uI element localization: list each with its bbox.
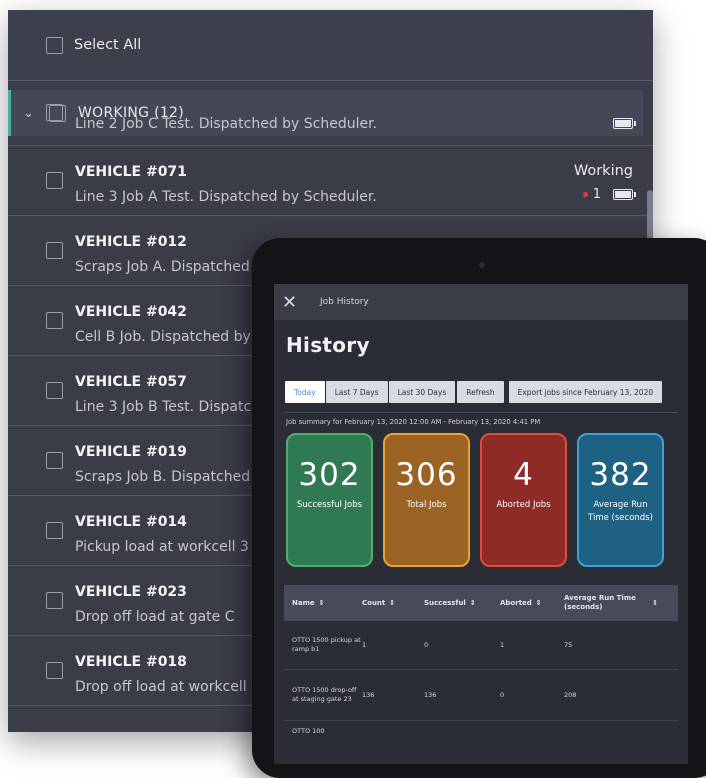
cell-average-run-time: 208	[564, 690, 577, 699]
table-row[interactable]: OTTO 100	[284, 721, 678, 757]
camera-icon	[479, 262, 485, 268]
stat-label: Average Run Time (seconds)	[588, 500, 653, 523]
stat-label: Successful Jobs	[296, 500, 363, 510]
vehicle-subtitle: Line 2 Job C Test. Dispatched by Schedul…	[75, 116, 378, 132]
select-all-label: Select All	[74, 37, 142, 53]
select-all-row[interactable]: Select All	[8, 10, 653, 81]
table-row[interactable]: OTTO 1500 pickup at ramp b1 1 0 1 75	[284, 621, 678, 670]
cell-successful: 0	[424, 640, 429, 649]
cell-name: OTTO 1500 drop-off at staging gate 23	[292, 686, 357, 703]
vehicle-title: VEHICLE #018	[75, 654, 187, 670]
column-header-average-run-time[interactable]: Average Run Time (seconds) ⇕	[564, 594, 664, 612]
row-checkbox[interactable]	[46, 242, 63, 259]
cell-average-run-time: 75	[564, 640, 573, 649]
stat-card-successful: 302 Successful Jobs	[286, 433, 373, 567]
vehicle-meta	[601, 118, 636, 129]
vehicle-subtitle: Pickup load at workcell 3	[75, 539, 249, 555]
divider	[284, 412, 678, 413]
export-button[interactable]: Export jobs since February 13, 2020	[508, 381, 663, 403]
column-header-aborted[interactable]: Aborted ⇕	[500, 599, 564, 607]
cell-aborted: 0	[500, 690, 505, 699]
row-checkbox[interactable]	[46, 172, 63, 189]
vehicle-title: VEHICLE #019	[75, 444, 187, 460]
alert-dot-icon	[582, 192, 588, 197]
row-checkbox[interactable]	[46, 662, 63, 679]
row-checkbox[interactable]	[46, 382, 63, 399]
cell-name: OTTO 100	[292, 727, 325, 735]
cell-name: OTTO 1500 pickup at ramp b1	[292, 636, 361, 653]
sort-icon: ⇕	[318, 599, 325, 607]
row-checkbox[interactable]	[46, 312, 63, 329]
vehicle-status: Working	[573, 163, 633, 179]
cell-count: 1	[362, 640, 367, 649]
scrollbar[interactable]	[647, 190, 653, 240]
battery-icon	[613, 118, 636, 129]
stat-value: 382	[589, 457, 652, 493]
table-header: Name ⇕ Count ⇕ Successful ⇕ Aborted ⇕ Averag…	[284, 585, 678, 621]
column-header-count[interactable]: Count ⇕	[362, 599, 424, 607]
cell-aborted: 1	[500, 640, 505, 649]
vehicle-title: VEHICLE #014	[75, 514, 187, 530]
alert-count: 1	[592, 187, 601, 202]
tab-last-7-days[interactable]: Last 7 Days	[325, 381, 388, 403]
column-header-name[interactable]: Name ⇕	[284, 599, 362, 607]
cell-count: 136	[362, 690, 375, 699]
sort-icon: ⇕	[469, 599, 476, 607]
tablet-device: ✕ Job History History Today Last 7 Days …	[252, 238, 706, 778]
sort-icon: ⇕	[535, 599, 542, 607]
vehicle-subtitle: Drop off load at gate C	[75, 609, 235, 625]
vehicle-meta: 1	[582, 187, 636, 202]
stat-card-aborted: 4 Aborted Jobs	[480, 433, 567, 567]
stat-value: 302	[298, 457, 361, 493]
vehicle-title: VEHICLE #057	[75, 374, 187, 390]
tab-last-30-days[interactable]: Last 30 Days	[388, 381, 456, 403]
refresh-button[interactable]: Refresh	[457, 381, 504, 403]
tab-today[interactable]: Today	[285, 381, 325, 403]
vehicle-title: VEHICLE #071	[75, 164, 187, 180]
stat-cards: 302 Successful Jobs 306 Total Jobs 4 Abo…	[286, 433, 688, 567]
stat-value: 4	[513, 457, 534, 493]
list-item[interactable]: Line 2 Job C Test. Dispatched by Schedul…	[8, 104, 653, 146]
row-checkbox[interactable]	[46, 104, 63, 121]
job-summary-text: Job summary for February 13, 2020 12:00 …	[286, 418, 541, 426]
vehicle-title: VEHICLE #023	[75, 584, 187, 600]
stat-card-average-run-time: 382 Average Run Time (seconds)	[577, 433, 664, 567]
vehicle-title: VEHICLE #012	[75, 234, 187, 250]
close-icon[interactable]: ✕	[282, 292, 302, 313]
vehicle-title: VEHICLE #042	[75, 304, 187, 320]
vehicle-subtitle: Line 3 Job A Test. Dispatched by Schedul…	[75, 189, 377, 205]
top-bar: ✕ Job History	[274, 284, 688, 320]
row-checkbox[interactable]	[46, 522, 63, 539]
row-checkbox[interactable]	[46, 452, 63, 469]
tablet-screen: ✕ Job History History Today Last 7 Days …	[274, 284, 688, 764]
stat-label: Total Jobs	[406, 500, 447, 510]
select-all-checkbox[interactable]	[46, 36, 63, 54]
vehicle-subtitle: Drop off load at workcell 4	[75, 679, 261, 695]
stat-card-total: 306 Total Jobs	[383, 433, 470, 567]
sort-icon: ⇕	[652, 598, 658, 607]
cell-successful: 136	[424, 690, 437, 699]
stat-label: Aborted Jobs	[496, 500, 551, 510]
column-header-successful[interactable]: Successful ⇕	[424, 599, 500, 607]
table-row[interactable]: OTTO 1500 drop-off at staging gate 23 13…	[284, 670, 678, 721]
page-title: History	[286, 333, 370, 357]
stat-value: 306	[395, 457, 458, 493]
sort-icon: ⇕	[389, 599, 396, 607]
date-range-tabs: Today Last 7 Days Last 30 Days Refresh E…	[285, 381, 688, 403]
top-bar-title: Job History	[320, 297, 369, 307]
row-checkbox[interactable]	[46, 592, 63, 609]
battery-icon	[613, 189, 636, 200]
list-item[interactable]: VEHICLE #071 Line 3 Job A Test. Dispatch…	[8, 146, 653, 216]
